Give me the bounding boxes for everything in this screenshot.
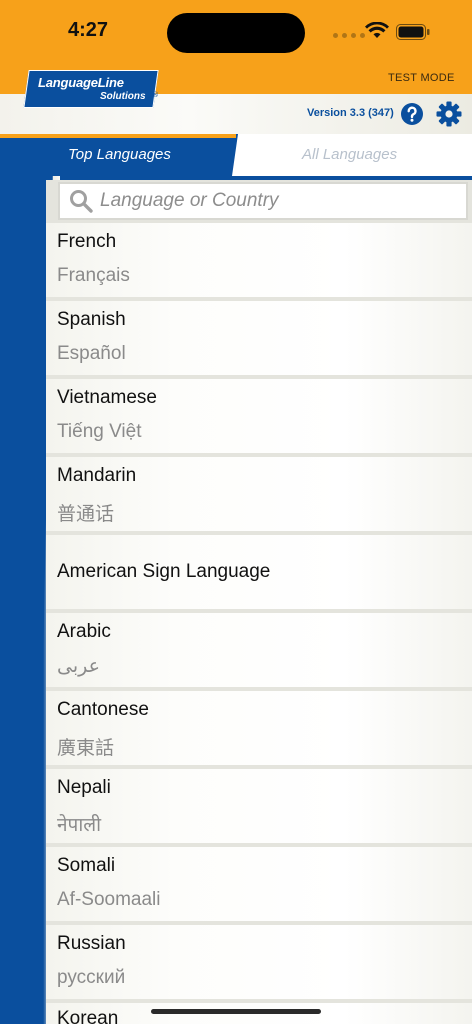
language-name: Nepali <box>57 777 111 798</box>
status-time: 4:27 <box>68 19 109 41</box>
list-item-cantonese[interactable]: Cantonese 廣東話 <box>46 691 472 765</box>
version-label: Version 3.3 (347) <box>307 107 394 119</box>
list-item-mandarin[interactable]: Mandarin 普通话 <box>46 457 472 531</box>
tab-all-languages-label[interactable]: All Languages <box>302 146 397 163</box>
home-indicator <box>151 1009 321 1014</box>
language-name: American Sign Language <box>57 561 271 582</box>
language-name: Cantonese <box>57 699 149 720</box>
language-native-name: नेपाली <box>57 815 102 836</box>
gear-icon[interactable] <box>436 101 462 127</box>
search-icon <box>70 190 93 213</box>
list-item-somali[interactable]: Somali Af-Soomaali <box>46 847 472 921</box>
language-name: French <box>57 231 117 252</box>
wifi-icon <box>365 22 389 38</box>
dynamic-island <box>167 13 305 53</box>
language-name: Vietnamese <box>57 387 157 408</box>
language-native-name: Tiếng Việt <box>57 421 142 442</box>
logo-text-line2: Solutions <box>100 91 146 102</box>
language-native-name: Af-Soomaali <box>57 889 161 910</box>
logo-registered-mark: ® <box>152 91 159 99</box>
list-item-vietnamese[interactable]: Vietnamese Tiếng Việt <box>46 379 472 453</box>
list-item-nepali[interactable]: Nepali नेपाली <box>46 769 472 843</box>
help-icon[interactable] <box>400 102 424 126</box>
language-name: Arabic <box>57 621 111 642</box>
language-native-name: Español <box>57 343 126 364</box>
tab-top-languages[interactable]: Top Languages <box>68 146 171 163</box>
language-name: Spanish <box>57 309 126 330</box>
language-native-name: Français <box>57 265 130 286</box>
list-item-russian[interactable]: Russian русский <box>46 925 472 999</box>
test-mode-label: TEST MODE <box>388 72 455 84</box>
search-placeholder: Language or Country <box>100 190 279 211</box>
list-item-french[interactable]: French Français <box>46 223 472 297</box>
language-name: Mandarin <box>57 465 137 486</box>
logo-text-line1: LanguageLine <box>38 75 124 90</box>
language-native-name: عربى <box>57 656 100 677</box>
list-item-spanish[interactable]: Spanish Español <box>46 301 472 375</box>
language-name: Korean <box>57 1008 119 1024</box>
battery-icon <box>396 24 430 40</box>
language-name: Russian <box>57 933 126 954</box>
list-item-american-sign-language[interactable]: American Sign Language <box>46 535 472 609</box>
language-native-name: 廣東話 <box>57 738 115 759</box>
language-native-name: 普通话 <box>57 504 115 525</box>
language-native-name: русский <box>57 967 126 988</box>
list-item-arabic[interactable]: Arabic عربى <box>46 613 472 687</box>
tab-active-accent <box>0 134 236 138</box>
language-name: Somali <box>57 855 116 876</box>
cellular-signal-icon <box>333 33 365 38</box>
